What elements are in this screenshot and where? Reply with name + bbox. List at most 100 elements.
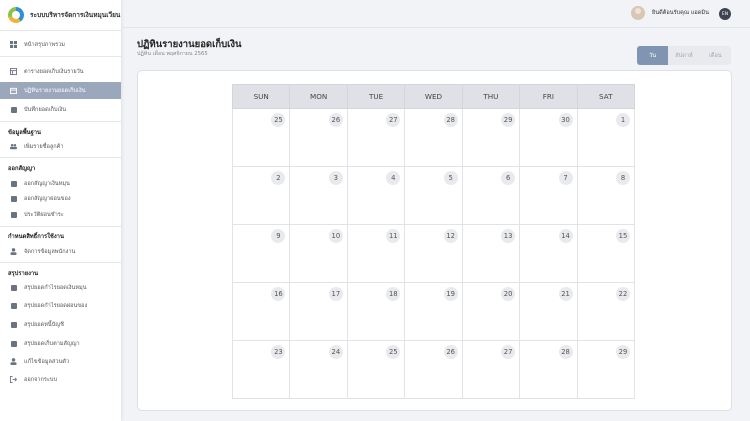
calendar-day-cell[interactable]: 30: [519, 108, 578, 167]
calendar-day-cell[interactable]: 3: [289, 166, 348, 225]
sidebar-item-calendar-report[interactable]: ปฏิทินรายงานยอดเก็บเงิน: [0, 82, 121, 99]
calendar-week-row: 9 10 11 12 13 14 15: [231, 224, 636, 283]
topbar-divider: [121, 27, 750, 28]
day-number: 19: [443, 287, 458, 301]
calendar-day-cell[interactable]: 23: [231, 340, 291, 399]
calendar-day-cell[interactable]: 14: [519, 224, 578, 283]
calendar-day-cell[interactable]: 16: [231, 282, 291, 341]
sidebar-item-label: สรุปยอดหนี้บัญชี: [24, 321, 64, 328]
calendar-day-cell[interactable]: 4: [346, 166, 406, 225]
calendar-week-row: 16 17 18 19 20 21 22: [231, 282, 636, 341]
sidebar: ระบบบริหารจัดการเงินหมุนเวียน หน้าสรุปภา…: [0, 0, 121, 421]
calendar-day-cell[interactable]: 9: [231, 224, 291, 283]
sidebar-item-manage-staff[interactable]: จัดการข้อมูลพนักงาน: [0, 243, 121, 260]
calendar-day-cell[interactable]: 1: [576, 108, 636, 167]
calendar-day-cell[interactable]: 21: [519, 282, 578, 341]
sidebar-item-record-collection[interactable]: บันทึกยอดเก็บเงิน: [0, 101, 121, 118]
day-number: 12: [443, 229, 458, 243]
view-month-button[interactable]: เดือน: [700, 46, 731, 65]
brand[interactable]: ระบบบริหารจัดการเงินหมุนเวียน: [8, 6, 120, 24]
sidebar-item-label: แก้ไขข้อมูลส่วนตัว: [24, 358, 70, 365]
sidebar-item-label: จัดการข้อมูลพนักงาน: [24, 248, 76, 255]
day-number: 27: [386, 113, 401, 127]
document-icon: [10, 106, 17, 113]
sidebar-divider: [0, 30, 121, 31]
calendar-day-cell[interactable]: 2: [231, 166, 291, 225]
day-number: 15: [616, 229, 630, 243]
user-edit-icon: [10, 358, 17, 365]
calendar-day-cell[interactable]: 24: [289, 340, 348, 399]
calendar-day-cell[interactable]: 11: [346, 224, 406, 283]
weekday-sat: SAT: [576, 84, 636, 109]
view-week-button[interactable]: สัปดาห์: [668, 46, 699, 65]
day-number: 28: [443, 113, 458, 127]
calendar-grid: SUN MON TUE WED THU FRI SAT 25 26 27 28 …: [231, 84, 636, 399]
day-number: 10: [328, 229, 343, 243]
day-number: 2: [271, 171, 286, 185]
document-icon: [10, 211, 17, 218]
chart-icon: [10, 340, 17, 347]
day-number: 24: [328, 345, 343, 359]
chart-icon: [10, 321, 17, 328]
calendar-day-cell[interactable]: 28: [519, 340, 578, 399]
day-number: 20: [501, 287, 516, 301]
day-number: 29: [616, 345, 630, 359]
calendar-day-cell[interactable]: 18: [346, 282, 406, 341]
calendar-day-cell[interactable]: 6: [461, 166, 521, 225]
calendar-day-cell[interactable]: 29: [576, 340, 636, 399]
language-badge[interactable]: EN: [719, 8, 731, 20]
sidebar-item-payment-history[interactable]: ประวัติผ่อนชำระ: [0, 206, 121, 223]
day-number: 7: [558, 171, 573, 185]
sidebar-item-debt-summary[interactable]: สรุปยอดหนี้บัญชี: [0, 316, 121, 333]
day-number: 5: [443, 171, 458, 185]
view-day-button[interactable]: วัน: [637, 46, 669, 65]
sidebar-item-edit-profile[interactable]: แก้ไขข้อมูลส่วนตัว: [0, 353, 121, 370]
calendar-day-cell[interactable]: 7: [519, 166, 578, 225]
day-number: 26: [443, 345, 458, 359]
weekday-mon: MON: [289, 84, 348, 109]
calendar-day-cell[interactable]: 25: [231, 108, 291, 167]
day-number: 30: [558, 113, 573, 127]
sidebar-item-logout[interactable]: ออกจากระบบ: [0, 371, 121, 388]
calendar-day-cell[interactable]: 13: [461, 224, 521, 283]
calendar-day-cell[interactable]: 12: [404, 224, 463, 283]
weekday-thu: THU: [461, 84, 521, 109]
sidebar-item-label: บันทึกยอดเก็บเงิน: [24, 106, 67, 113]
sidebar-item-installment-profit[interactable]: สรุปยอดกำไรยอดผ่อนของ: [0, 297, 121, 314]
sidebar-item-add-customer[interactable]: เพิ่มรายชื่อลูกค้า: [0, 138, 121, 155]
calendar-day-cell[interactable]: 27: [346, 108, 406, 167]
calendar-day-cell[interactable]: 29: [461, 108, 521, 167]
day-number: 4: [386, 171, 401, 185]
weekday-wed: WED: [404, 84, 463, 109]
sidebar-item-label: หน้าสรุปภาพรวม: [24, 41, 65, 48]
weekday-tue: TUE: [346, 84, 406, 109]
sidebar-item-dashboard[interactable]: หน้าสรุปภาพรวม: [0, 36, 121, 53]
sidebar-item-contract-collection[interactable]: สรุปยอดเก็บตามสัญญา: [0, 335, 121, 352]
calendar-day-cell[interactable]: 22: [576, 282, 636, 341]
sidebar-item-label: ออกสัญญาเงินหมุน: [24, 180, 70, 187]
day-number: 14: [558, 229, 573, 243]
sidebar-item-daily-table[interactable]: ตารางยอดเก็บเงินรายวัน: [0, 63, 121, 80]
calendar-day-cell[interactable]: 26: [289, 108, 348, 167]
calendar-day-cell[interactable]: 19: [404, 282, 463, 341]
calendar-day-cell[interactable]: 5: [404, 166, 463, 225]
calendar-day-cell[interactable]: 28: [404, 108, 463, 167]
calendar-icon: [10, 87, 17, 94]
weekday-header-row: SUN MON TUE WED THU FRI SAT: [231, 84, 636, 109]
sidebar-divider: [0, 262, 121, 263]
day-number: 17: [328, 287, 343, 301]
calendar-day-cell[interactable]: 25: [346, 340, 406, 399]
user-name: ยินดีต้อนรับคุณ แอดมิน: [652, 10, 709, 16]
avatar[interactable]: [631, 6, 645, 20]
logout-icon: [10, 376, 17, 383]
calendar-day-cell[interactable]: 27: [461, 340, 521, 399]
calendar-day-cell[interactable]: 17: [289, 282, 348, 341]
calendar-day-cell[interactable]: 20: [461, 282, 521, 341]
calendar-day-cell[interactable]: 26: [404, 340, 463, 399]
calendar-day-cell[interactable]: 8: [576, 166, 636, 225]
sidebar-item-loan-profit[interactable]: สรุปยอดกำไรยอดเงินหมุน: [0, 279, 121, 296]
day-number: 1: [616, 113, 630, 127]
calendar-day-cell[interactable]: 15: [576, 224, 636, 283]
calendar-day-cell[interactable]: 10: [289, 224, 348, 283]
sidebar-item-installment-contract[interactable]: ออกสัญญาผ่อนของ: [0, 190, 121, 207]
